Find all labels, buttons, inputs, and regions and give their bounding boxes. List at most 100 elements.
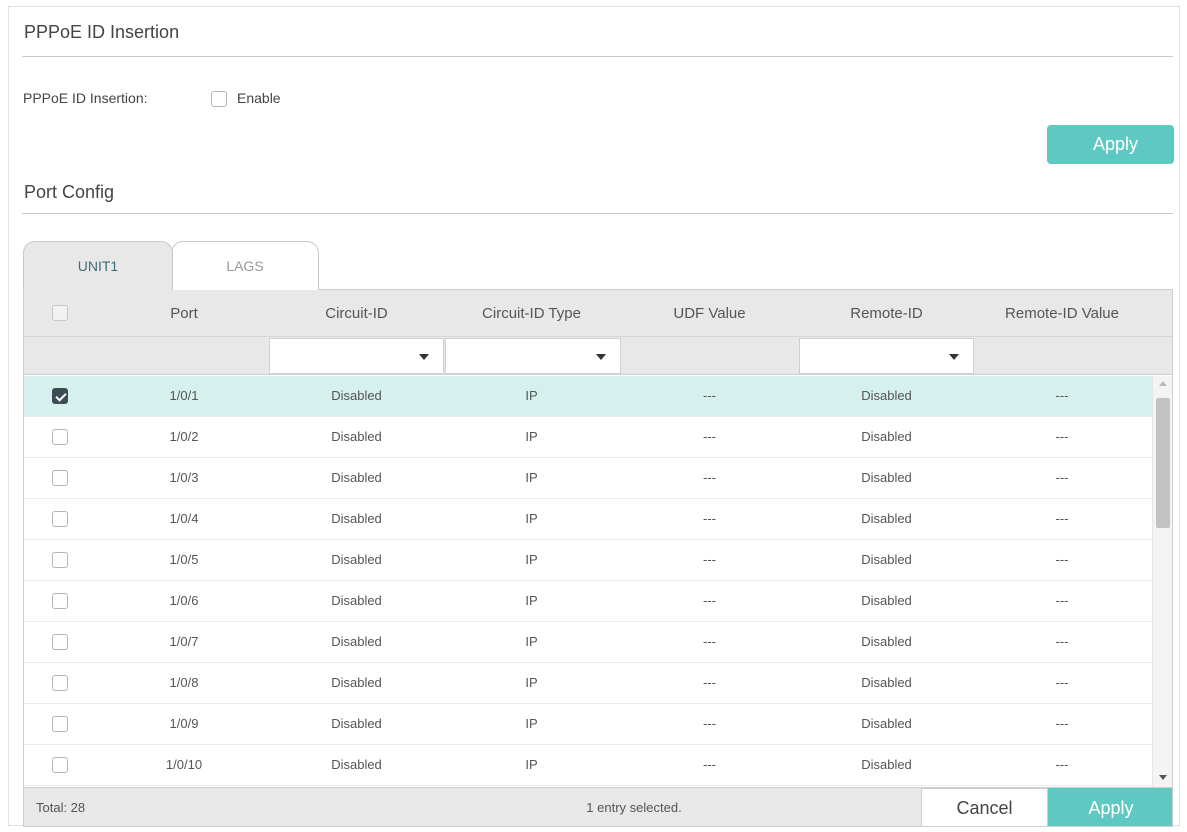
select-all-checkbox[interactable] (52, 305, 68, 321)
table-footer: Total: 28 1 entry selected. Cancel Apply (24, 787, 1172, 826)
cell-remote-id: Disabled (861, 716, 912, 731)
table-row[interactable]: 1/0/8 Disabled IP --- Disabled --- (24, 663, 1152, 704)
cell-udf-value: --- (703, 552, 716, 567)
table-row[interactable]: 1/0/10 Disabled IP --- Disabled --- (24, 745, 1152, 786)
cell-udf-value: --- (703, 429, 716, 444)
cell-remote-id: Disabled (861, 757, 912, 772)
row-checkbox[interactable] (52, 388, 68, 404)
cell-port: 1/0/10 (165, 757, 203, 772)
cell-remote-id: Disabled (861, 388, 912, 403)
cell-port: 1/0/7 (169, 634, 199, 649)
circuit-id-filter-select[interactable] (269, 338, 444, 374)
row-checkbox[interactable] (52, 552, 68, 568)
cell-circuit-id-type: IP (525, 470, 538, 485)
tab-lags[interactable]: LAGS (171, 241, 319, 290)
table-apply-button[interactable]: Apply (1048, 788, 1172, 826)
cell-remote-id: Disabled (861, 511, 912, 526)
caret-down-icon (949, 354, 959, 360)
table-row[interactable]: 1/0/7 Disabled IP --- Disabled --- (24, 622, 1152, 663)
row-checkbox[interactable] (52, 716, 68, 732)
cell-circuit-id: Disabled (331, 429, 382, 444)
cell-port: 1/0/4 (169, 511, 199, 526)
cell-udf-value: --- (703, 388, 716, 403)
cell-circuit-id-type: IP (525, 388, 538, 403)
cell-port: 1/0/1 (169, 388, 199, 403)
cell-remote-id-value: --- (1055, 675, 1069, 690)
cell-remote-id-value: --- (1055, 470, 1069, 485)
cancel-button[interactable]: Cancel (921, 788, 1048, 826)
selection-status: 1 entry selected. (586, 800, 682, 815)
cell-circuit-id: Disabled (331, 716, 382, 731)
scroll-down-arrow-icon[interactable] (1159, 775, 1167, 780)
circuit-id-type-filter-select[interactable] (445, 338, 621, 374)
column-header-udf-value[interactable]: UDF Value (622, 290, 797, 337)
table-header: Port Circuit-ID Circuit-ID Type UDF Valu… (24, 290, 1172, 337)
enable-label[interactable]: Enable (237, 90, 281, 106)
row-checkbox[interactable] (52, 511, 68, 527)
enable-checkbox[interactable] (211, 91, 227, 107)
tab-unit1[interactable]: UNIT1 (23, 241, 173, 290)
port-config-title: Port Config (24, 182, 115, 202)
table-row[interactable]: 1/0/5 Disabled IP --- Disabled --- (24, 540, 1152, 581)
port-config-table: Port Circuit-ID Circuit-ID Type UDF Valu… (23, 289, 1173, 827)
table-scrollbar[interactable] (1152, 376, 1172, 787)
cell-circuit-id-type: IP (525, 634, 538, 649)
row-checkbox[interactable] (52, 675, 68, 691)
cell-circuit-id: Disabled (331, 675, 382, 690)
cell-udf-value: --- (703, 675, 716, 690)
cell-circuit-id: Disabled (331, 634, 382, 649)
cell-remote-id-value: --- (1055, 593, 1069, 608)
cell-udf-value: --- (703, 634, 716, 649)
cell-circuit-id: Disabled (331, 388, 382, 403)
caret-down-icon (419, 354, 429, 360)
cell-remote-id-value: --- (1055, 757, 1069, 772)
cell-remote-id-value: --- (1055, 716, 1069, 731)
cell-remote-id: Disabled (861, 429, 912, 444)
table-row[interactable]: 1/0/3 Disabled IP --- Disabled --- (24, 458, 1152, 499)
cell-circuit-id-type: IP (525, 675, 538, 690)
pppoe-section-title: PPPoE ID Insertion (24, 22, 180, 42)
cell-remote-id-value: --- (1055, 552, 1069, 567)
column-header-circuit-id-type[interactable]: Circuit-ID Type (444, 290, 619, 337)
row-checkbox[interactable] (52, 634, 68, 650)
remote-id-filter-select[interactable] (799, 338, 974, 374)
pppoe-section-divider (22, 56, 1173, 57)
cell-remote-id-value: --- (1055, 511, 1069, 526)
table-row[interactable]: 1/0/1 Disabled IP --- Disabled --- (24, 376, 1152, 417)
row-checkbox[interactable] (52, 757, 68, 773)
cell-circuit-id-type: IP (525, 757, 538, 772)
cell-udf-value: --- (703, 593, 716, 608)
cell-port: 1/0/5 (169, 552, 199, 567)
column-header-port[interactable]: Port (119, 290, 249, 337)
caret-down-icon (596, 354, 606, 360)
cell-port: 1/0/9 (169, 716, 199, 731)
cell-udf-value: --- (703, 511, 716, 526)
table-row[interactable]: 1/0/6 Disabled IP --- Disabled --- (24, 581, 1152, 622)
table-row[interactable]: 1/0/4 Disabled IP --- Disabled --- (24, 499, 1152, 540)
scroll-up-arrow-icon[interactable] (1159, 381, 1167, 386)
cell-circuit-id: Disabled (331, 470, 382, 485)
pppoe-apply-button[interactable]: Apply (1047, 125, 1174, 164)
row-checkbox[interactable] (52, 593, 68, 609)
cell-port: 1/0/3 (169, 470, 199, 485)
cell-udf-value: --- (703, 757, 716, 772)
filter-row (24, 337, 1172, 375)
column-header-remote-id-value[interactable]: Remote-ID Value (974, 290, 1150, 337)
row-checkbox[interactable] (52, 429, 68, 445)
cell-remote-id-value: --- (1055, 634, 1069, 649)
column-header-remote-id[interactable]: Remote-ID (799, 290, 974, 337)
column-header-circuit-id[interactable]: Circuit-ID (269, 290, 444, 337)
total-count: Total: 28 (36, 800, 86, 815)
row-checkbox[interactable] (52, 470, 68, 486)
scroll-thumb[interactable] (1156, 398, 1170, 528)
cell-circuit-id-type: IP (525, 716, 538, 731)
cell-circuit-id-type: IP (525, 511, 538, 526)
port-config-divider (22, 213, 1173, 214)
cell-remote-id: Disabled (861, 552, 912, 567)
cell-port: 1/0/2 (169, 429, 199, 444)
cell-udf-value: --- (703, 470, 716, 485)
pppoe-field-label: PPPoE ID Insertion: (23, 90, 148, 106)
cell-remote-id: Disabled (861, 470, 912, 485)
table-row[interactable]: 1/0/2 Disabled IP --- Disabled --- (24, 417, 1152, 458)
table-row[interactable]: 1/0/9 Disabled IP --- Disabled --- (24, 704, 1152, 745)
